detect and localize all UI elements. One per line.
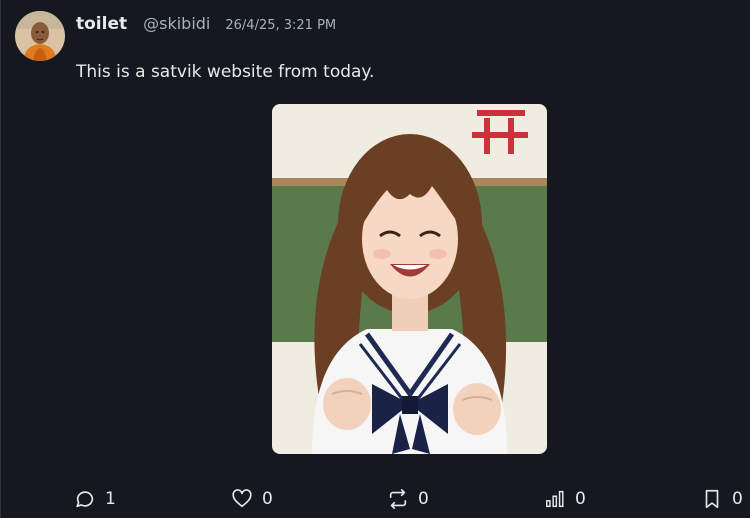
media-illustration bbox=[272, 104, 547, 454]
repost-count: 0 bbox=[418, 489, 429, 509]
views-button[interactable]: 0 bbox=[544, 484, 586, 514]
display-name[interactable]: toilet bbox=[76, 14, 127, 34]
post-card: toilet @skibidi 26/4/25, 3:21 PM This is… bbox=[0, 0, 750, 518]
post-text: This is a satvik website from today. bbox=[76, 62, 375, 82]
reply-button[interactable]: 1 bbox=[74, 484, 116, 514]
user-handle[interactable]: @skibidi bbox=[143, 14, 210, 33]
post-header: toilet @skibidi 26/4/25, 3:21 PM bbox=[76, 14, 336, 40]
heart-icon bbox=[232, 489, 252, 508]
repost-icon bbox=[389, 489, 407, 509]
like-count: 0 bbox=[262, 489, 273, 509]
post-timestamp[interactable]: 26/4/25, 3:21 PM bbox=[225, 18, 336, 33]
post-media-image[interactable] bbox=[272, 104, 547, 454]
bookmark-button[interactable]: 0 bbox=[701, 484, 743, 514]
avatar[interactable] bbox=[15, 11, 65, 61]
bookmark-icon bbox=[705, 489, 719, 509]
reply-count: 1 bbox=[105, 489, 116, 509]
like-button[interactable]: 0 bbox=[231, 484, 273, 514]
repost-button[interactable]: 0 bbox=[387, 484, 429, 514]
bar-chart-icon bbox=[546, 490, 564, 508]
action-bar: 1 0 0 0 0 bbox=[1, 484, 750, 514]
avatar-image bbox=[15, 11, 65, 61]
views-count: 0 bbox=[575, 489, 586, 509]
comment-icon bbox=[76, 491, 94, 508]
bookmark-count: 0 bbox=[732, 489, 743, 509]
